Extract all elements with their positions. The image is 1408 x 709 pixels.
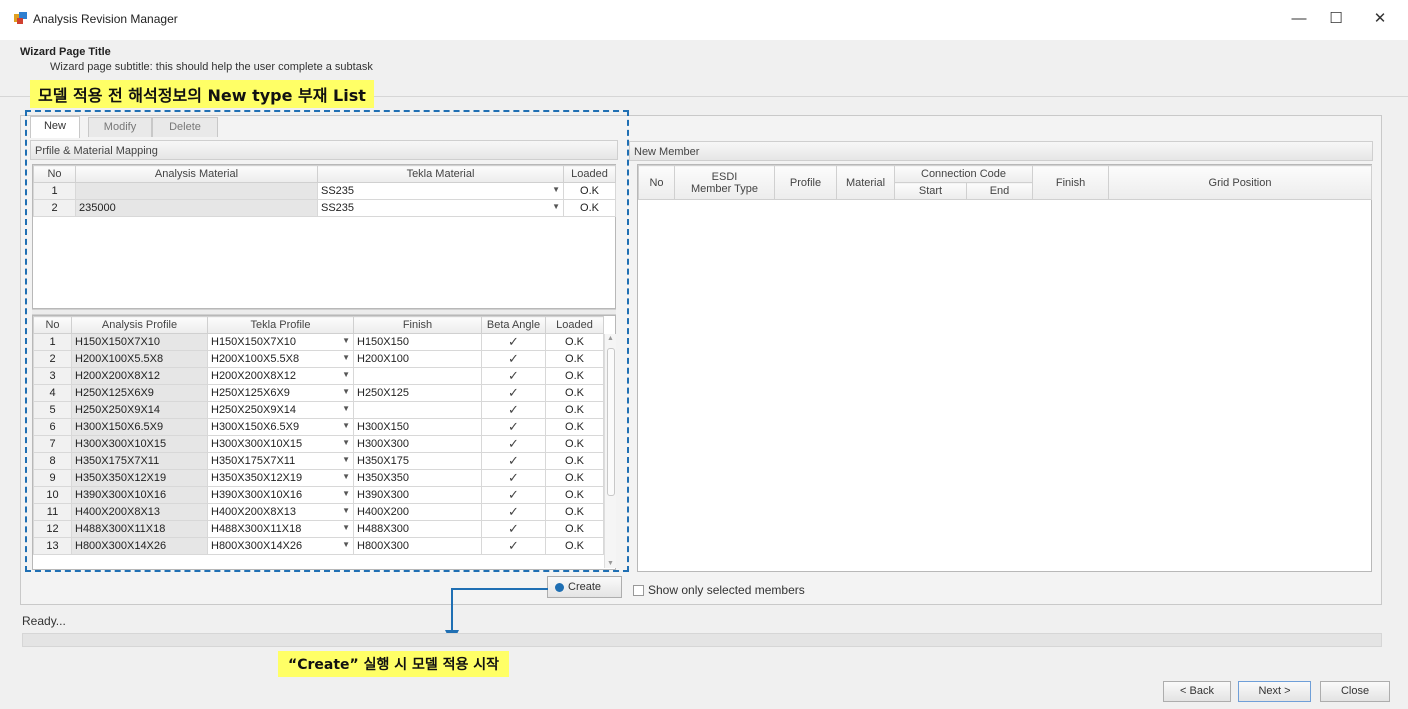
wizard-title: Wizard Page Title [20, 46, 111, 58]
col-header-start[interactable]: Start [894, 182, 967, 200]
wizard-subtitle: Wizard page subtitle: this should help t… [50, 61, 373, 73]
col-header-material[interactable]: Material [836, 165, 895, 200]
annotation-create-hint: “Create” 실행 시 모델 적용 시작 [278, 651, 510, 677]
annotation-new-type-list: 모델 적용 전 해석정보의 New type 부재 List [30, 80, 374, 108]
col-header-profile[interactable]: Profile [774, 165, 837, 200]
minimize-button[interactable]: — [1281, 6, 1317, 32]
close-button[interactable]: Close [1320, 681, 1390, 702]
app-icon [14, 12, 27, 24]
show-selected-label: Show only selected members [648, 583, 805, 597]
col-header-esdi-member-type[interactable]: ESDI Member Type [674, 165, 775, 200]
new-member-caption: New Member [629, 141, 1373, 161]
maximize-button[interactable]: ☐ [1318, 6, 1354, 32]
close-window-button[interactable]: ✕ [1362, 6, 1398, 32]
annotation-highlight-box [25, 110, 629, 572]
col-header-no: No [638, 165, 675, 200]
col-header-connection-code[interactable]: Connection Code [893, 165, 1034, 183]
back-button[interactable]: < Back [1163, 681, 1231, 702]
title-bar: Analysis Revision Manager — ☐ ✕ [0, 0, 1408, 40]
show-selected-checkbox[interactable] [633, 585, 644, 596]
col-header-finish[interactable]: Finish [1032, 165, 1110, 200]
progress-bar [22, 633, 1382, 647]
col-header-grid-position[interactable]: Grid Position [1108, 165, 1373, 200]
new-member-grid: No ESDI Member Type Profile Material Con… [637, 164, 1373, 572]
status-text: Ready... [22, 614, 66, 628]
window-title: Analysis Revision Manager [33, 12, 178, 26]
next-button[interactable]: Next > [1238, 681, 1311, 702]
new-member-header-row: No ESDI Member Type Profile Material Con… [638, 165, 1373, 200]
col-header-end[interactable]: End [965, 182, 1034, 200]
